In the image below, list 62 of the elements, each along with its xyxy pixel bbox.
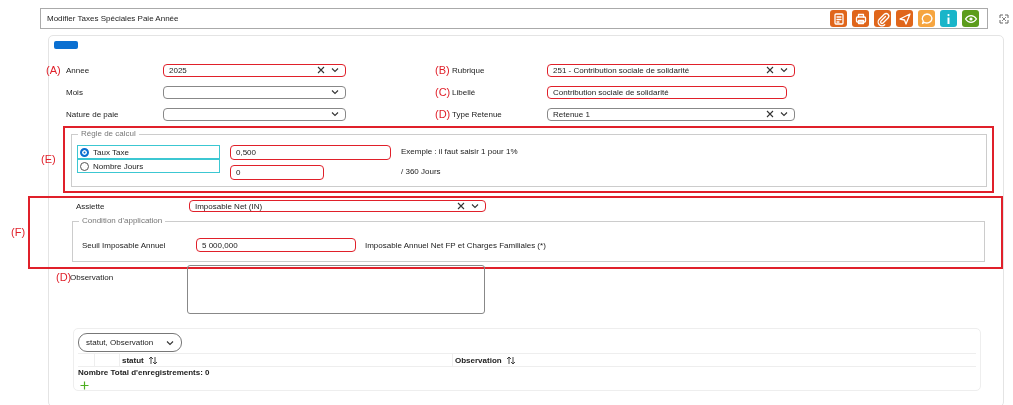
- clear-icon[interactable]: [766, 110, 774, 118]
- document-button[interactable]: [830, 10, 847, 27]
- annotation-label: (D): [56, 271, 70, 284]
- input-field[interactable]: 5 000,000: [196, 238, 356, 252]
- chevron-down-icon: [330, 88, 340, 96]
- eye-button[interactable]: [962, 10, 979, 27]
- chevron-down-icon: [470, 202, 480, 210]
- annotation-label: (D): [435, 107, 452, 121]
- hint-text: Exemple : il faut saisir 1 pour 1%: [401, 147, 518, 156]
- info-button[interactable]: [940, 10, 957, 27]
- annotation-label: (E): [41, 153, 57, 166]
- select-field[interactable]: 2025: [163, 63, 346, 77]
- column-chooser[interactable]: statut, Observation: [78, 333, 182, 352]
- clear-icon[interactable]: [766, 66, 774, 74]
- clear-icon[interactable]: [457, 202, 465, 210]
- field-label: Type Retenue: [452, 109, 503, 119]
- select-field[interactable]: 251 - Contribution sociale de solidarité: [547, 63, 795, 77]
- sort-icon: [147, 355, 158, 365]
- field-label: Mois: [66, 87, 84, 97]
- input-field[interactable]: 0: [230, 165, 324, 180]
- column-header[interactable]: statut: [120, 354, 453, 366]
- send-button[interactable]: [896, 10, 913, 27]
- record-count: Nombre Total d'enregistrements: 0: [78, 368, 211, 378]
- group-legend: Régle de calcul: [78, 129, 139, 138]
- column-header[interactable]: Observation: [453, 354, 516, 366]
- select-field[interactable]: Imposable Net (IN): [189, 200, 486, 212]
- expand-icon[interactable]: [999, 13, 1009, 24]
- info-icon: [947, 13, 950, 24]
- radio-option[interactable]: Taux Taxe: [77, 145, 220, 159]
- observation-field[interactable]: [187, 265, 485, 314]
- field-label: Rubrique: [452, 65, 486, 75]
- select-field[interactable]: Retenue 1: [547, 107, 795, 121]
- field-label: Annee: [66, 65, 91, 75]
- print-button[interactable]: [852, 10, 869, 27]
- radio-option[interactable]: Nombre Jours: [77, 159, 220, 173]
- group-legend: Condition d'application: [79, 216, 166, 225]
- hint-text: / 360 Jours: [401, 167, 442, 176]
- window-title: Modifier Taxes Spéciales Paie Année: [47, 14, 179, 23]
- chevron-down-icon: [779, 110, 789, 118]
- add-icon[interactable]: [80, 381, 89, 390]
- clear-icon[interactable]: [317, 66, 325, 74]
- comment-button[interactable]: [918, 10, 935, 27]
- input-field[interactable]: Contribution sociale de solidarité: [547, 85, 787, 99]
- field-label: Seuil Imposable Annuel: [82, 240, 167, 250]
- annotation-label: (A): [46, 63, 61, 77]
- annotation-label: (C): [435, 85, 452, 99]
- hint-text: Imposable Annuel Net FP et Charges Familiales (*): [365, 240, 546, 250]
- chevron-down-icon: [165, 338, 175, 347]
- annotation-label: (F): [11, 226, 27, 239]
- chevron-down-icon: [330, 66, 340, 74]
- field-label: Nature de paie: [66, 109, 120, 119]
- select-field[interactable]: [163, 107, 346, 121]
- select-field[interactable]: [163, 85, 346, 99]
- annotation-label: (B): [435, 63, 451, 77]
- chevron-down-icon: [779, 66, 789, 74]
- field-label: Observation: [70, 272, 115, 282]
- paperclip-button[interactable]: [874, 10, 891, 27]
- input-field[interactable]: 0,500: [230, 145, 391, 160]
- chevron-down-icon: [330, 110, 340, 118]
- field-label: Assiette: [75, 201, 106, 211]
- field-label: Libellé: [452, 87, 477, 97]
- sort-icon: [505, 355, 516, 365]
